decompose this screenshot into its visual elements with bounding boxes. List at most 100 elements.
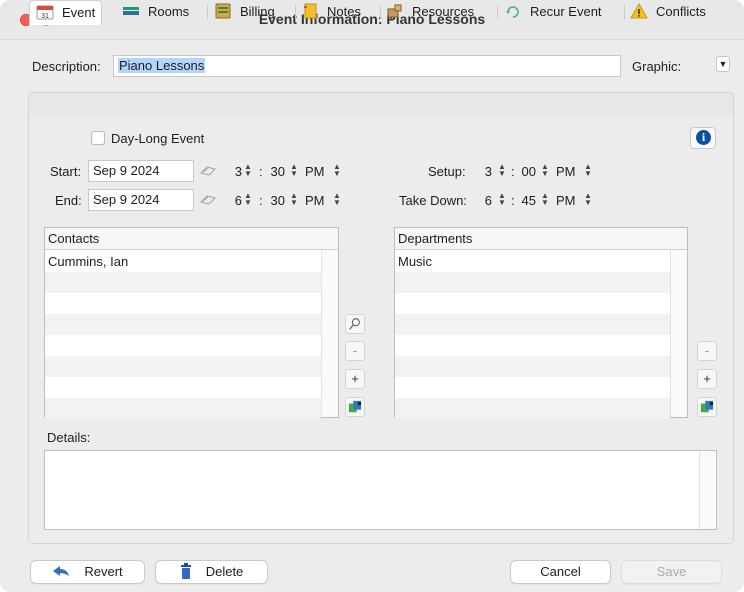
revert-label: Revert: [84, 564, 123, 579]
list-item: [45, 335, 321, 356]
warning-icon: [630, 3, 648, 19]
details-textarea[interactable]: [44, 450, 717, 530]
time-separator: :: [259, 193, 263, 208]
list-item: [395, 335, 670, 356]
tab-notes[interactable]: Notes: [301, 0, 361, 24]
end-label: End:: [55, 193, 82, 208]
details-label: Details:: [47, 430, 91, 445]
start-date-field[interactable]: Sep 9 2024: [88, 160, 194, 182]
tab-notes-label: Notes: [327, 4, 361, 19]
end-hour[interactable]: 6: [228, 193, 242, 208]
day-long-event-checkbox[interactable]: [91, 131, 105, 145]
end-calendar-icon[interactable]: [199, 193, 217, 205]
remove-department-button[interactable]: -: [697, 341, 717, 361]
start-label: Start:: [50, 164, 82, 179]
tab-recur-event[interactable]: Recur Event: [504, 0, 602, 24]
svg-text:31: 31: [41, 13, 49, 20]
tab-billing-label: Billing: [240, 4, 275, 19]
start-hour-stepper[interactable]: ▲ ▼: [244, 163, 252, 178]
tab-rooms[interactable]: Rooms: [122, 0, 189, 24]
department-card-button[interactable]: [697, 397, 717, 417]
list-item: [395, 272, 670, 293]
setup-hour-stepper[interactable]: ▲ ▼: [498, 163, 506, 178]
end-ampm[interactable]: PM: [305, 193, 325, 208]
departments-scrollbar[interactable]: [670, 250, 687, 417]
tab-billing[interactable]: Billing: [214, 0, 275, 24]
graphic-dropdown[interactable]: ▼: [716, 56, 730, 72]
start-minute[interactable]: 30: [267, 164, 285, 179]
end-date-field[interactable]: Sep 9 2024: [88, 189, 194, 211]
setup-label: Setup:: [428, 164, 466, 179]
end-hour-stepper[interactable]: ▲ ▼: [244, 192, 252, 207]
save-button[interactable]: Save: [621, 560, 722, 584]
tab-recur-event-label: Recur Event: [530, 4, 602, 19]
start-ampm[interactable]: PM: [305, 164, 325, 179]
info-button[interactable]: i: [690, 127, 716, 149]
start-hour[interactable]: 3: [228, 164, 242, 179]
end-minute-stepper[interactable]: ▲ ▼: [290, 192, 298, 207]
tab-divider: [207, 5, 208, 19]
time-separator: :: [511, 193, 515, 208]
revert-button[interactable]: Revert: [30, 560, 145, 584]
search-contact-button[interactable]: [345, 314, 365, 334]
list-item: [45, 377, 321, 398]
recur-icon: [506, 6, 519, 18]
list-item: [45, 293, 321, 314]
tab-divider: [380, 5, 381, 19]
add-contact-button[interactable]: +: [345, 369, 365, 389]
time-separator: :: [511, 164, 515, 179]
billing-icon: [215, 3, 231, 19]
notes-icon: [304, 3, 317, 19]
list-item[interactable]: Cummins, Ian: [45, 251, 321, 272]
department-card-icon: [700, 400, 714, 413]
delete-label: Delete: [205, 564, 244, 579]
chevron-down-icon: ▼: [718, 59, 728, 69]
take-down-minute-stepper[interactable]: ▲ ▼: [541, 192, 549, 207]
contact-card-icon: [348, 400, 362, 413]
description-value: Piano Lessons: [118, 58, 206, 73]
tab-resources[interactable]: Resources: [386, 0, 474, 24]
rooms-icon: [123, 7, 139, 15]
take-down-ampm-stepper[interactable]: ▲ ▼: [584, 192, 592, 207]
trash-icon: [180, 563, 191, 579]
departments-header: Departments: [395, 228, 687, 250]
remove-contact-button[interactable]: -: [345, 341, 365, 361]
setup-minute-stepper[interactable]: ▲ ▼: [541, 163, 549, 178]
cancel-button[interactable]: Cancel: [510, 560, 611, 584]
setup-ampm[interactable]: PM: [556, 164, 576, 179]
time-separator: :: [259, 164, 263, 179]
tab-divider: [295, 5, 296, 19]
tab-divider: [624, 5, 625, 19]
graphic-label: Graphic:: [632, 59, 682, 74]
details-scrollbar[interactable]: [699, 451, 716, 529]
take-down-minute[interactable]: 45: [518, 193, 536, 208]
list-item: [45, 398, 321, 419]
tab-divider: [497, 5, 498, 19]
day-long-event-label: Day-Long Event: [111, 131, 205, 146]
setup-minute[interactable]: 00: [518, 164, 536, 179]
magnifier-icon: [349, 318, 360, 330]
list-item: [45, 314, 321, 335]
setup-hour[interactable]: 3: [478, 164, 492, 179]
tab-event[interactable]: 31 Event: [29, 0, 103, 25]
end-ampm-stepper[interactable]: ▲ ▼: [333, 192, 341, 207]
departments-list[interactable]: Departments Music: [394, 227, 688, 419]
end-minute[interactable]: 30: [267, 193, 285, 208]
list-item: [45, 272, 321, 293]
start-calendar-icon[interactable]: [199, 164, 217, 176]
contacts-list[interactable]: Contacts Cummins, Ian: [44, 227, 339, 419]
take-down-ampm[interactable]: PM: [556, 193, 576, 208]
contact-card-button[interactable]: [345, 397, 365, 417]
start-ampm-stepper[interactable]: ▲ ▼: [333, 163, 341, 178]
tab-rooms-label: Rooms: [148, 4, 190, 19]
delete-button[interactable]: Delete: [155, 560, 268, 584]
contacts-scrollbar[interactable]: [321, 250, 338, 417]
list-item[interactable]: Music: [395, 251, 670, 272]
tab-conflicts[interactable]: Conflicts: [630, 0, 706, 24]
add-department-button[interactable]: +: [697, 369, 717, 389]
take-down-hour[interactable]: 6: [478, 193, 492, 208]
take-down-hour-stepper[interactable]: ▲ ▼: [498, 192, 506, 207]
description-field[interactable]: Piano Lessons: [113, 55, 621, 77]
setup-ampm-stepper[interactable]: ▲ ▼: [584, 163, 592, 178]
start-minute-stepper[interactable]: ▲ ▼: [290, 163, 298, 178]
